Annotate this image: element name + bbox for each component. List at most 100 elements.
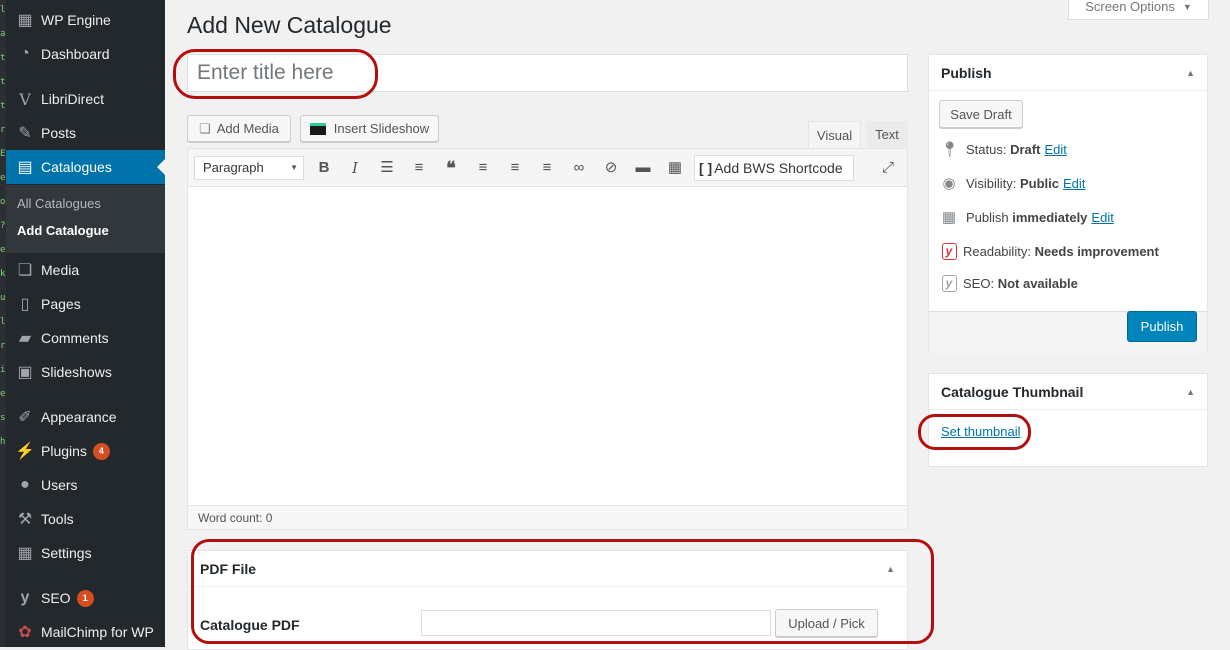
yoast-readability-icon: y xyxy=(941,243,957,260)
sidebar-item-label: Plugins xyxy=(41,443,87,459)
publish-date-row: ▦ Publish immediately Edit xyxy=(940,208,1114,226)
comment-icon: ▰ xyxy=(18,330,32,347)
content-editor[interactable]: Paragraph B I ☰ ≡ ❝ ≡ ≡ ≡ ∞ ⊘ ▬ ▦ [ ]Add… xyxy=(187,148,908,530)
grid-icon: ▦ xyxy=(17,12,33,29)
mailchimp-icon: ✿ xyxy=(18,624,32,641)
image-icon: ▣ xyxy=(17,364,33,381)
slideshow-icon xyxy=(309,122,326,135)
submenu-item-all-catalogues[interactable]: All Catalogues xyxy=(17,196,101,211)
readability-label: Readability: xyxy=(963,243,1031,259)
admin-sidebar: ▦ WP Engine ◔ Dashboard V LibriDirect ✎ Post… xyxy=(6,0,165,647)
insert-slideshow-label: Insert Slideshow xyxy=(333,121,430,136)
seo-row: y SEO: Not available xyxy=(940,274,1078,292)
bullet-list-icon[interactable]: ☰ xyxy=(377,158,397,178)
brush-icon: ✐ xyxy=(18,409,32,426)
sliver-char: i xyxy=(0,365,6,375)
bold-icon[interactable]: B xyxy=(314,158,334,178)
align-center-icon[interactable]: ≡ xyxy=(505,158,525,178)
document-icon: ▤ xyxy=(17,159,33,176)
insert-slideshow-button[interactable]: Insert Slideshow xyxy=(300,115,439,142)
numbered-list-icon[interactable]: ≡ xyxy=(409,158,429,178)
publish-button[interactable]: Publish xyxy=(1127,311,1197,342)
edit-visibility-link[interactable]: Edit xyxy=(1063,176,1085,191)
sidebar-item-appearance[interactable]: ✐ Appearance xyxy=(6,400,165,434)
word-count: Word count: 0 xyxy=(198,511,273,525)
sliver-char: E xyxy=(0,149,6,159)
catalogues-submenu: All Catalogues Add Catalogue xyxy=(6,185,165,253)
sidebar-item-catalogues[interactable]: ▤ Catalogues xyxy=(6,150,165,184)
align-left-icon[interactable]: ≡ xyxy=(473,158,493,178)
sidebar-item-libridirect[interactable]: V LibriDirect xyxy=(6,82,165,116)
sidebar-item-settings[interactable]: ▦ Settings xyxy=(6,536,165,570)
readability-value: Needs improvement xyxy=(1034,243,1159,259)
plug-icon: ⚡ xyxy=(15,443,35,460)
link-icon[interactable]: ∞ xyxy=(569,158,589,178)
sidebar-item-label: Tools xyxy=(41,511,74,527)
sliver-char: r xyxy=(0,125,6,135)
caret-up-icon[interactable]: ▲ xyxy=(1186,374,1195,410)
media-icon: ❏ xyxy=(17,262,33,279)
edit-status-link[interactable]: Edit xyxy=(1044,142,1066,157)
italic-icon[interactable]: I xyxy=(345,158,365,178)
caret-down-icon: ▼ xyxy=(1182,1,1192,12)
sidebar-item-posts[interactable]: ✎ Posts xyxy=(6,116,165,150)
sliver-char: s xyxy=(0,413,6,423)
sidebar-item-slideshows[interactable]: ▣ Slideshows xyxy=(6,355,165,389)
sidebar-item-label: Pages xyxy=(41,296,81,312)
toolbar-toggle-icon[interactable]: ▦ xyxy=(665,158,685,178)
sidebar-item-label: WP Engine xyxy=(41,12,111,28)
sidebar-item-label: Catalogues xyxy=(41,159,112,175)
pin-icon: 📍︎ xyxy=(940,141,960,158)
caret-up-icon[interactable]: ▲ xyxy=(1186,55,1195,91)
readability-row: y Readability: Needs improvement xyxy=(940,242,1159,260)
submenu-item-add-catalogue[interactable]: Add Catalogue xyxy=(17,223,109,238)
wrench-icon: ⚒ xyxy=(17,511,33,528)
save-draft-button[interactable]: Save Draft xyxy=(939,100,1023,128)
sidebar-item-label: SEO xyxy=(41,590,71,606)
publish-date-label: Publish xyxy=(966,209,1009,225)
tab-text[interactable]: Text xyxy=(866,121,908,147)
sliver-char: u xyxy=(0,293,6,303)
sidebar-item-mailchimp[interactable]: ✿ MailChimp for WP xyxy=(6,615,165,649)
publish-title: Publish xyxy=(941,65,992,81)
read-more-icon[interactable]: ▬ xyxy=(633,158,653,178)
unlink-icon[interactable]: ⊘ xyxy=(601,158,621,178)
add-media-label: Add Media xyxy=(216,121,279,136)
editor-status-bar: Word count: 0 xyxy=(188,505,907,529)
thumbnail-header[interactable]: Catalogue Thumbnail ▲ xyxy=(929,374,1207,410)
plugins-update-badge: 4 xyxy=(92,442,110,460)
sliver-char: k xyxy=(0,269,6,279)
annotation-ring-thumbnail xyxy=(918,414,1031,450)
format-select[interactable]: Paragraph xyxy=(194,156,304,180)
edit-publish-date-link[interactable]: Edit xyxy=(1091,210,1113,225)
sidebar-item-seo[interactable]: y SEO 1 xyxy=(6,581,165,615)
add-media-button[interactable]: ❏ Add Media xyxy=(187,115,291,142)
sidebar-item-plugins[interactable]: ⚡ Plugins 4 xyxy=(6,434,165,468)
sliver-char: o xyxy=(0,197,6,207)
visibility-row: ◉ Visibility: Public Edit xyxy=(940,174,1085,192)
sidebar-item-pages[interactable]: ▯ Pages xyxy=(6,287,165,321)
blockquote-icon[interactable]: ❝ xyxy=(441,158,461,178)
bws-shortcode-button[interactable]: [ ] Add BWS Shortcode xyxy=(694,155,854,181)
fullscreen-icon[interactable]: ⤢ xyxy=(878,158,898,178)
sidebar-item-tools[interactable]: ⚒ Tools xyxy=(6,502,165,536)
sidebar-item-users[interactable]: ● Users xyxy=(6,468,165,502)
publish-header[interactable]: Publish ▲ xyxy=(929,55,1207,91)
v-logo-icon: V xyxy=(19,89,31,109)
sliver-char: e xyxy=(0,389,6,399)
media-icon: ❏ xyxy=(199,120,211,136)
sidebar-item-wp-engine[interactable]: ▦ WP Engine xyxy=(6,3,165,37)
sidebar-item-media[interactable]: ❏ Media xyxy=(6,253,165,287)
sliver-char: h xyxy=(0,437,6,447)
annotation-ring-title xyxy=(173,49,378,99)
sidebar-item-comments[interactable]: ▰ Comments xyxy=(6,321,165,355)
align-right-icon[interactable]: ≡ xyxy=(537,158,557,178)
seo-notification-badge: 1 xyxy=(76,589,94,607)
dashboard-icon: ◔ xyxy=(20,45,30,62)
tab-visual[interactable]: Visual xyxy=(808,121,861,149)
sliver-char: ? xyxy=(0,221,6,231)
sidebar-item-dashboard[interactable]: ◔ Dashboard xyxy=(6,37,165,71)
editor-toolbar: Paragraph B I ☰ ≡ ❝ ≡ ≡ ≡ ∞ ⊘ ▬ ▦ [ ]Add… xyxy=(188,149,907,187)
pin-icon: ✎ xyxy=(18,125,32,142)
screen-options-button[interactable]: Screen Options ▼ xyxy=(1068,0,1209,20)
